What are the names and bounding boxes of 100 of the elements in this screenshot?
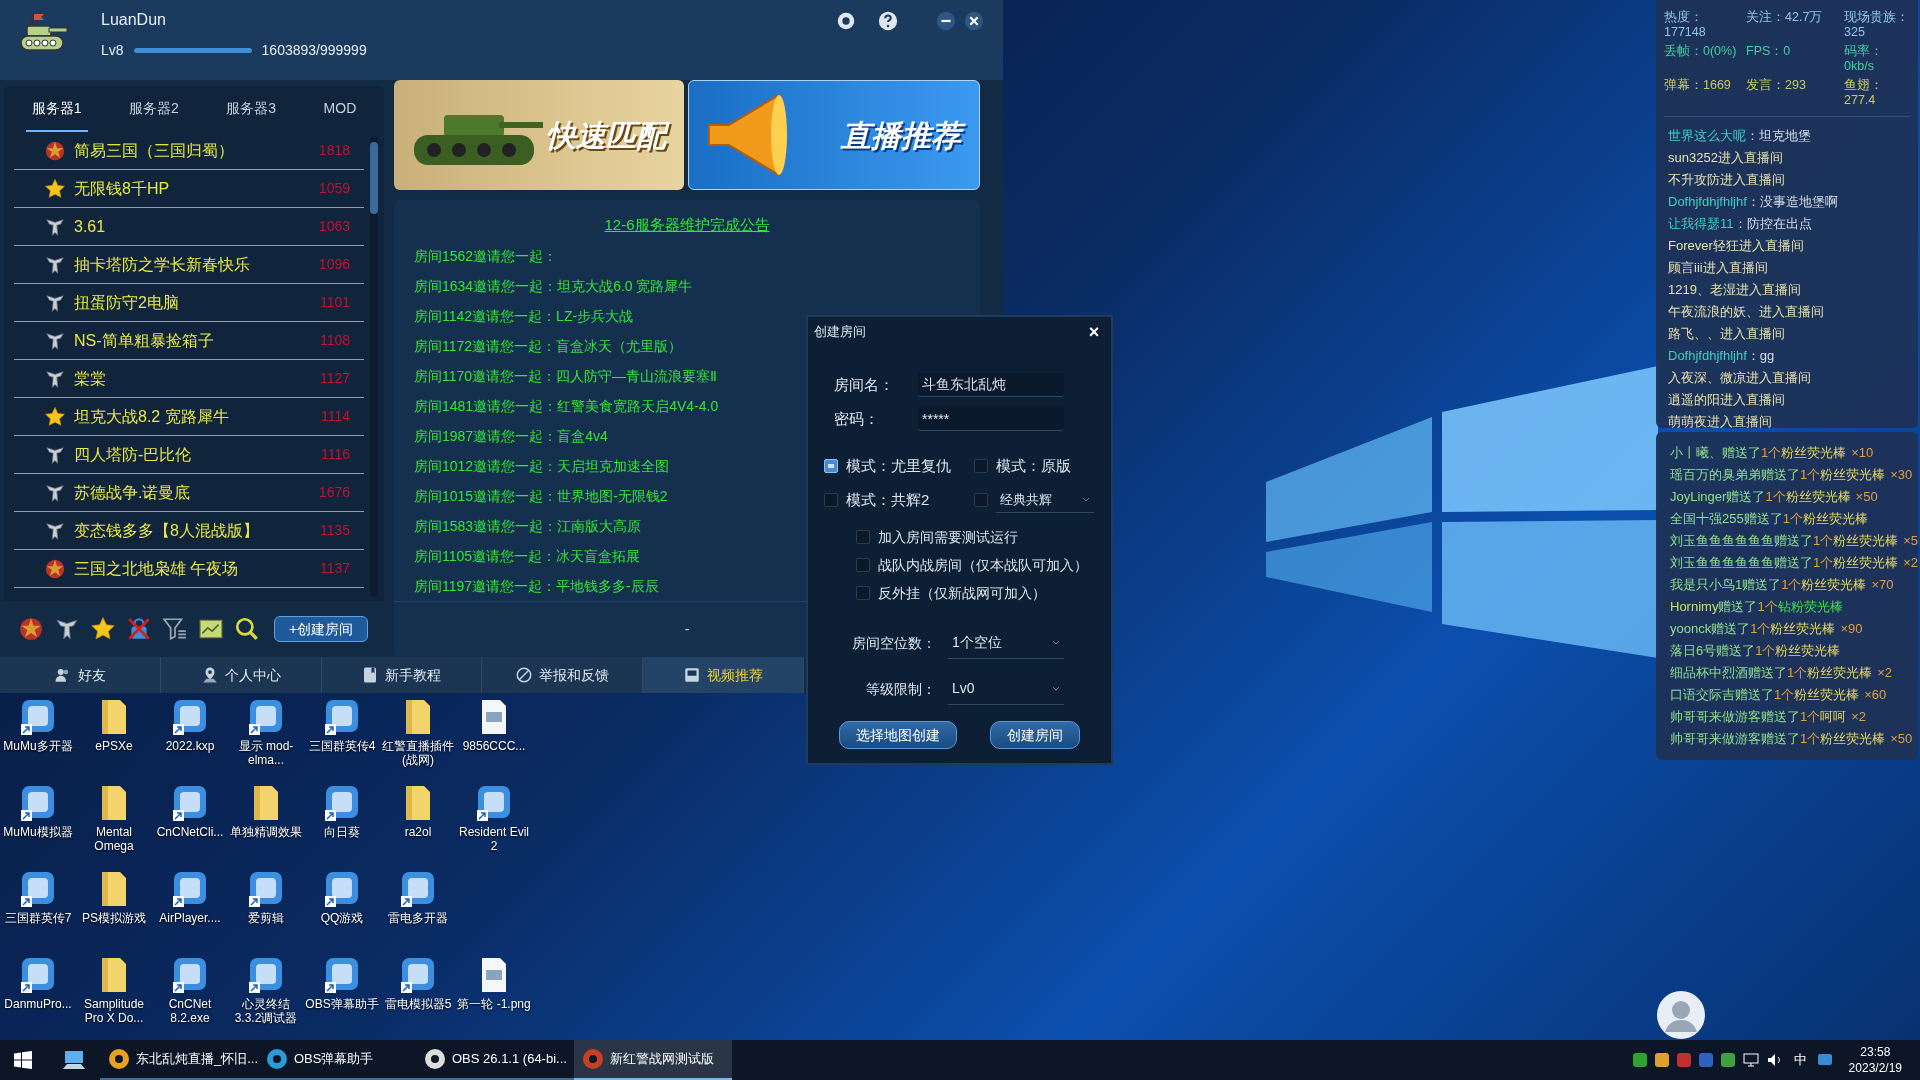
room-list-item[interactable]: 扭蛋防守2电脑 1101 (14, 284, 364, 322)
chevron-down-icon (1082, 496, 1090, 503)
desktop-icon[interactable]: 红警直播插件(战网) (380, 698, 456, 784)
chat-username: 让我得瑟11 (1668, 215, 1734, 234)
room-list-item[interactable]: 四人塔防-巴比伦 1116 (14, 436, 364, 474)
dropdown[interactable]: Lv0 (948, 673, 1064, 705)
desktop-icon[interactable]: CnCNet 8.2.exe (152, 956, 228, 1042)
desktop-icon[interactable]: 心灵终结 3.3.2调试器 (228, 956, 304, 1042)
desktop-icon[interactable]: Mental Omega (76, 784, 152, 870)
desktop-icon[interactable]: 9856CCC... (456, 698, 532, 784)
minimize-icon[interactable] (935, 10, 957, 32)
desktop-icon[interactable]: DanmuPro... (0, 956, 76, 1042)
crossed-lock-icon[interactable] (126, 616, 152, 642)
desktop-icon[interactable]: OBS弹幕助手 (304, 956, 380, 1042)
room-list-item[interactable]: 坦克大战8.2 宽路犀牛 1114 (14, 398, 364, 436)
room-list-item[interactable]: NS-简单粗暴捡箱子 1108 (14, 322, 364, 360)
desktop-icon[interactable]: 显示 mod-elma... (228, 698, 304, 784)
desktop-icon[interactable]: 第一轮 -1.png (456, 956, 532, 1042)
clock[interactable]: 23:58 2023/2/19 (1838, 1044, 1912, 1076)
tray-app-icon[interactable] (1719, 1052, 1736, 1068)
desktop-icon[interactable]: AirPlayer.... (152, 870, 228, 956)
icon-label: 第一轮 -1.png (456, 997, 532, 1011)
gift-multiplier: ×2 (1903, 554, 1919, 573)
search-icon[interactable] (234, 616, 260, 642)
room-list-item[interactable]: 3.61 1063 (14, 208, 364, 246)
chevron-down-icon (1052, 685, 1060, 692)
room-list-item[interactable]: 棠棠 1127 (14, 360, 364, 398)
desktop-icon[interactable]: 雷电多开器 (380, 870, 456, 956)
checkbox[interactable] (974, 459, 988, 473)
server-tab[interactable]: MOD (317, 86, 363, 132)
filter-icon[interactable] (162, 616, 188, 642)
server-tab[interactable]: 服务器1 (25, 86, 88, 132)
taskbar-item[interactable]: 东北乱炖直播_怀旧... (100, 1040, 258, 1080)
desktop-icon[interactable]: 单独精调效果 (228, 784, 304, 870)
computer-icon[interactable] (62, 1049, 86, 1071)
desktop-icon[interactable]: Samplitude Pro X Do... (76, 956, 152, 1042)
desktop-icon[interactable]: 三国群英传7 (0, 870, 76, 956)
taskbar-item[interactable]: OBS弹幕助手 (258, 1040, 416, 1080)
desktop-icon[interactable]: ra2ol (380, 784, 456, 870)
icon-label: DanmuPro... (3, 997, 73, 1011)
nav-tab[interactable]: 好友 (0, 657, 161, 693)
field-label: 房间空位数： (851, 633, 937, 653)
player-count: 1114 (320, 407, 350, 426)
desktop-icon[interactable]: 向日葵 (304, 784, 380, 870)
taskbar-item[interactable]: 新红警战网测试版 (574, 1040, 732, 1080)
dialog-button[interactable]: 选择地图创建 (838, 721, 957, 749)
input-field[interactable]: ***** (918, 407, 1064, 431)
checkbox[interactable] (824, 493, 838, 507)
nav-tab[interactable]: 视频推荐 (643, 657, 804, 693)
server-tab[interactable]: 服务器2 (123, 86, 185, 132)
star-icon (90, 616, 116, 642)
input-method-indicator[interactable]: 中 (1789, 1050, 1811, 1070)
desktop-icon[interactable]: PS模拟游戏 (76, 870, 152, 956)
scrollbar[interactable] (370, 136, 378, 597)
checkbox[interactable] (824, 459, 838, 473)
desktop-icon[interactable]: QQ游戏 (304, 870, 380, 956)
nav-tab[interactable]: 个人中心 (160, 657, 322, 693)
room-list-item[interactable]: 变态钱多多【8人混战版】 1135 (14, 512, 364, 550)
room-name: 坦克大战8.2 宽路犀牛 (74, 406, 229, 427)
tray-app-icon[interactable] (1631, 1052, 1648, 1068)
checkbox[interactable] (856, 586, 870, 600)
room-list-item[interactable]: 抽卡塔防之学长新春快乐 1096 (14, 246, 364, 284)
desktop-icon[interactable]: 爱剪辑 (228, 870, 304, 956)
desktop-icon[interactable]: 三国群英传4 (304, 698, 380, 784)
checkbox[interactable] (856, 558, 870, 572)
desktop-icon[interactable]: MuMu模拟器 (0, 784, 76, 870)
dropdown[interactable]: 1个空位 (948, 627, 1064, 659)
room-list-item[interactable]: 简易三国（三国归蜀） 1818 (14, 132, 364, 170)
chat-username: 世界这么大呢 (1668, 127, 1746, 146)
gift-name: 钻粉荧光棒 (1777, 598, 1843, 617)
help-icon[interactable] (877, 10, 899, 32)
room-list-item[interactable]: 苏德战争.诺曼底 1676 (14, 474, 364, 512)
avatar-silhouette (1656, 990, 1706, 1040)
desktop-icon[interactable]: Resident Evil 2 (456, 784, 532, 870)
desktop-icon[interactable]: CnCNetCli... (152, 784, 228, 870)
dialog-button[interactable]: 创建房间 (990, 721, 1081, 749)
server-tab[interactable]: 服务器3 (220, 86, 283, 132)
desktop-icon[interactable]: 雷电模拟器5 (380, 956, 456, 1042)
mode-dropdown[interactable]: 经典共辉 (996, 487, 1094, 513)
checkbox[interactable] (856, 530, 870, 544)
checkbox[interactable] (974, 493, 988, 507)
app-shortcut-icon (19, 956, 57, 994)
desktop-icon[interactable]: ePSXe (76, 698, 152, 784)
close-icon[interactable] (963, 10, 985, 32)
room-list-item[interactable]: 三国之北地枭雄 午夜场 1137 (14, 550, 364, 588)
icon-label: 2022.kxp (164, 739, 216, 753)
create-room-button[interactable]: +创建房间 (274, 616, 369, 642)
live-recommend-banner[interactable]: 直播推荐 (688, 80, 980, 190)
nav-tab[interactable]: 新手教程 (321, 657, 483, 693)
gift-sender: 我是只小鸟1 (1670, 576, 1743, 595)
input-field[interactable]: 斗鱼东北乱炖 (918, 373, 1064, 397)
desktop-icon[interactable]: 2022.kxp (152, 698, 228, 784)
windows-start-icon[interactable] (14, 1051, 32, 1069)
tray-app-icon[interactable] (1653, 1052, 1670, 1068)
announcement-link[interactable]: 12-6服务器维护完成公告 (604, 214, 770, 237)
close-button[interactable]: × (1083, 321, 1105, 343)
location-pin-icon (200, 666, 219, 684)
room-list-item[interactable]: 无限钱8千HP 1059 (14, 170, 364, 208)
app-shortcut-icon (323, 784, 361, 822)
desktop-icon[interactable]: MuMu多开器 (0, 698, 76, 784)
